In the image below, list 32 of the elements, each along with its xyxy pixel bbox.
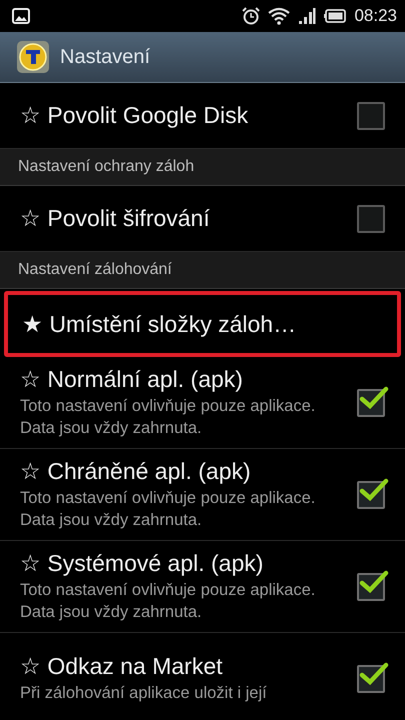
checkmark-icon xyxy=(359,568,389,594)
preference-title: ☆ Systémové apl. (apk) xyxy=(20,550,264,577)
preference-summary: Toto nastavení ovlivňuje pouze aplikace. Data jsou vždy zahrnuta. xyxy=(20,488,316,531)
preference-title: ☆ Normální apl. (apk) xyxy=(20,366,244,393)
preference-summary: Toto nastavení ovlivňuje pouze aplikace. Data jsou vždy zahrnuta. xyxy=(20,396,316,439)
wifi-icon xyxy=(268,7,290,25)
preference-row[interactable]: ☆ Normální apl. (apk) Toto nastavení ovlivňuje pouze aplikace. Data jsou vždy zahrnuta. xyxy=(0,357,405,449)
checkbox[interactable] xyxy=(357,204,385,232)
alarm-icon xyxy=(242,7,260,25)
preference-title: ☆ Chráněné apl. (apk) xyxy=(20,458,252,485)
checkbox[interactable] xyxy=(357,102,385,130)
preference-summary: Při zálohování aplikace uložit i její xyxy=(20,683,268,704)
preference-row[interactable]: ☆ Odkaz na Market Při zálohování aplikace uložit i její xyxy=(0,633,405,720)
app-title: Nastavení xyxy=(60,46,150,68)
battery-icon xyxy=(324,8,346,24)
preference-title: ☆ Povolit šifrování xyxy=(20,205,211,232)
category-title: Nastavení ochrany záloh xyxy=(18,158,194,176)
checkmark-icon xyxy=(359,476,389,502)
picture-icon xyxy=(12,8,30,24)
preference-row[interactable]: ☆ Systémové apl. (apk) Toto nastavení ovlivňuje pouze aplikace. Data jsou vždy zahrnuta. xyxy=(0,541,405,633)
app-logo-icon xyxy=(16,40,50,74)
signal-icon xyxy=(298,7,316,25)
preference-row[interactable]: ☆ Chráněné apl. (apk) Toto nastavení ovlivňuje pouze aplikace. Data jsou vždy zahrnuta. xyxy=(0,449,405,541)
preference-title: ☆ Povolit Google Disk xyxy=(20,102,250,129)
clock-time: 08:23 xyxy=(354,6,397,26)
preference-row[interactable]: ★ Umístění složky záloh… xyxy=(4,291,401,357)
preference-title: ☆ Odkaz na Market xyxy=(20,653,224,680)
checkmark-icon xyxy=(359,660,389,686)
preference-title: ★ Umístění složky záloh… xyxy=(22,310,298,338)
preference-summary: Toto nastavení ovlivňuje pouze aplikace. Data jsou vždy zahrnuta. xyxy=(20,580,316,623)
checkmark-icon xyxy=(359,384,389,410)
category-title: Nastavení zálohování xyxy=(18,261,172,279)
